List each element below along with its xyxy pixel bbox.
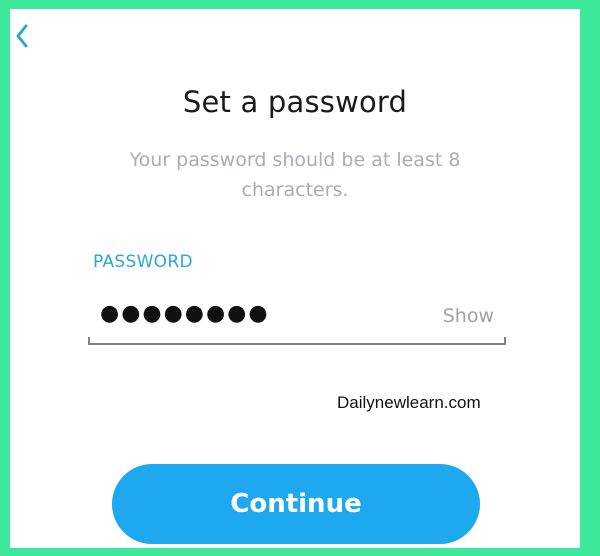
password-field[interactable]: ●●●●●●●● Show [88, 289, 506, 345]
page-subtitle: Your password should be at least 8 chara… [129, 149, 461, 201]
page-title: Set a password [182, 85, 408, 119]
watermark: Dailynewlearn.com [337, 393, 481, 412]
back-button[interactable] [14, 23, 30, 49]
field-underline-right [504, 337, 506, 345]
continue-button[interactable]: Continue [112, 464, 480, 544]
show-password-button[interactable]: Show [443, 305, 494, 327]
field-underline-left [88, 337, 90, 345]
password-value[interactable]: ●●●●●●●● [100, 301, 270, 326]
continue-button-label: Continue [230, 489, 362, 519]
password-label: PASSWORD [93, 252, 193, 272]
chevron-left-icon [16, 24, 28, 48]
screen: Set a password Your password should be a… [10, 9, 580, 548]
